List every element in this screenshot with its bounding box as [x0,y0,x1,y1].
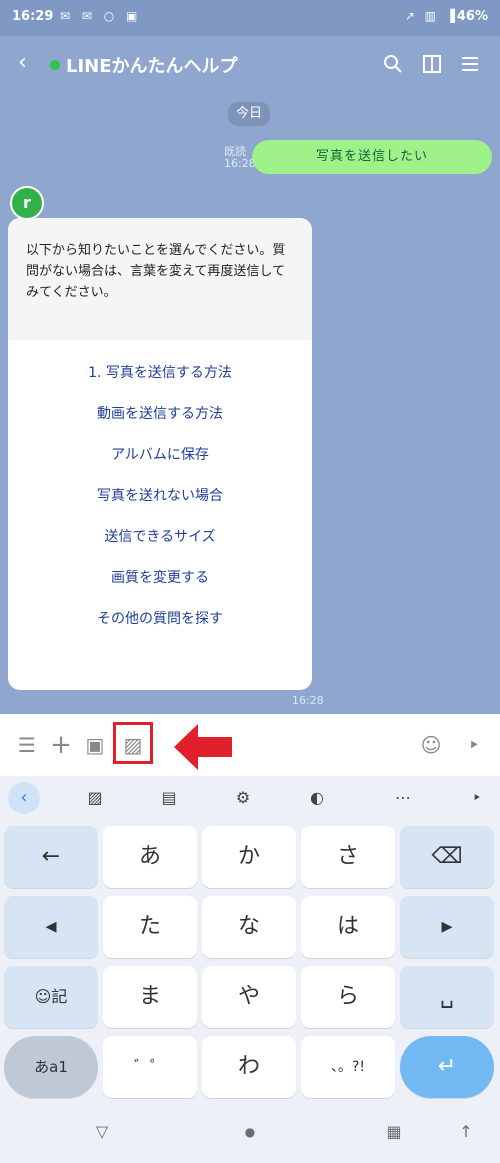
space-key[interactable]: ␣ [400,966,494,1028]
key-ka[interactable]: か [202,826,296,888]
menu-icon[interactable] [459,53,481,75]
help-card-intro: 以下から知りたいことを選んでください。質問がない場合は、言葉を変えて再度送信して… [8,218,312,340]
key-wa[interactable]: わ [202,1036,296,1098]
key-ta[interactable]: た [103,896,197,958]
plus-icon[interactable]: + [50,732,72,758]
undo-key[interactable]: ← [4,826,98,888]
mic-icon[interactable]: ‣ [463,734,485,756]
emoji-symbol-key[interactable]: ☺記 [4,966,98,1028]
notification-icons: ✉ ✉ ○ ▣ [60,9,142,23]
dakuten-key[interactable]: ゛゜ [103,1036,197,1098]
backspace-key[interactable]: ⌫ [400,826,494,888]
keyboard-back-icon[interactable]: ‹ [8,782,40,814]
sent-read-time: 既読 16:28 [224,145,256,170]
status-bar: 16:29 ✉ ✉ ○ ▣ ↗ ▥ ▐ 46% [0,0,500,36]
help-link[interactable]: 送信できるサイズ [8,526,312,567]
signal-icons: ↗ ▥ ▐ [404,9,458,23]
keyboard: ‹ ▨ ▤ ⚙ ◐ ⋯ ‣ ← あ か さ ⌫ ◂ た な は ▸ ☺記 ま や… [0,776,500,1163]
more-icon[interactable]: ⋯ [392,787,414,809]
key-a[interactable]: あ [103,826,197,888]
help-link[interactable]: 写真を送れない場合 [8,485,312,526]
key-ma[interactable]: ま [103,966,197,1028]
battery-level: 46% [456,9,488,24]
status-time: 16:29 [12,9,54,24]
notes-icon[interactable] [421,53,443,75]
nav-home-icon[interactable]: ● [238,1122,262,1142]
input-mode-key[interactable]: あa1 [4,1036,98,1098]
voice-input-icon[interactable]: ‣ [466,787,488,809]
avatar[interactable]: r [10,186,44,220]
nav-down-icon[interactable]: ▽ [90,1122,114,1142]
back-icon[interactable]: ‹ [18,50,27,75]
chat-header: ‹ LINEかんたんヘルプ [0,36,500,92]
help-link[interactable]: 1. 写真を送信する方法 [8,362,312,403]
official-account-icon [50,60,60,70]
message-input-bar: ☰ + ▣ ▨ ☺ ‣ [0,714,500,776]
nav-apps-icon[interactable]: ▦ [382,1122,406,1142]
clipboard-icon[interactable]: ▤ [158,787,180,809]
pointer-arrow-icon [174,724,232,770]
key-na[interactable]: な [202,896,296,958]
key-sa[interactable]: さ [301,826,395,888]
sent-message-bubble[interactable]: 写真を送信したい [252,140,492,174]
settings-icon[interactable]: ⚙ [232,787,254,809]
card-time: 16:28 [292,694,324,707]
enter-key[interactable]: ↵ [400,1036,494,1098]
help-link[interactable]: その他の質問を探す [8,608,312,649]
emoji-icon[interactable]: ☺ [420,734,442,756]
cursor-left-key[interactable]: ◂ [4,896,98,958]
palette-icon[interactable]: ◐ [306,787,328,809]
help-card-links: 1. 写真を送信する方法 動画を送信する方法 アルバムに保存 写真を送れない場合… [8,340,312,649]
key-ha[interactable]: は [301,896,395,958]
keyboard-toolbar: ‹ ▨ ▤ ⚙ ◐ ⋯ ‣ [0,776,500,820]
key-ra[interactable]: ら [301,966,395,1028]
help-card: 以下から知りたいことを選んでください。質問がない場合は、言葉を変えて再度送信して… [8,218,312,690]
help-link[interactable]: 画質を変更する [8,567,312,608]
camera-icon[interactable]: ▣ [84,734,106,756]
date-badge: 今日 [228,102,270,126]
nav-up-icon[interactable]: ↑ [454,1122,478,1142]
highlight-box [113,722,153,764]
punctuation-key[interactable]: 、。?! [301,1036,395,1098]
help-link[interactable]: アルバムに保存 [8,444,312,485]
sticker-icon[interactable]: ▨ [84,787,106,809]
search-icon[interactable] [382,53,404,75]
key-ya[interactable]: や [202,966,296,1028]
help-link[interactable]: 動画を送信する方法 [8,403,312,444]
cursor-right-key[interactable]: ▸ [400,896,494,958]
navigation-bar: ▽ ● ▦ ↑ [0,1102,500,1163]
chat-title: LINEかんたんヘルプ [66,56,238,77]
menu-icon[interactable]: ☰ [16,734,38,756]
